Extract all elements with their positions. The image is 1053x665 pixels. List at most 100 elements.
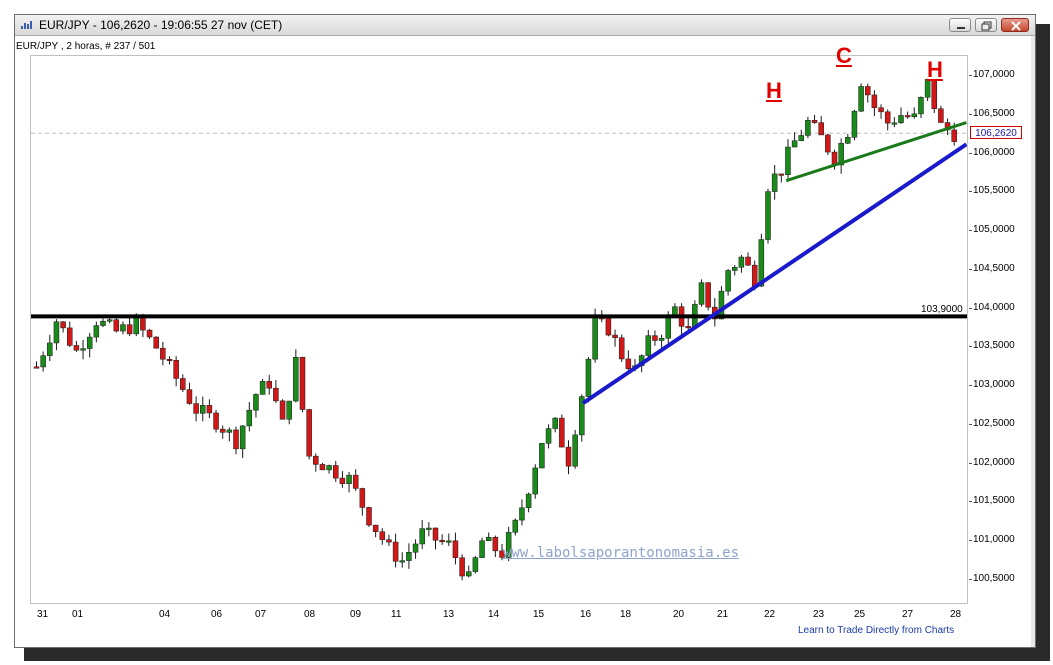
candle-down [73,345,80,351]
candle-up [519,507,525,521]
candle-down [904,115,911,118]
y-tick-mark [969,579,972,580]
candle-up [891,122,898,125]
candle-up [851,110,858,138]
x-tick-label: 08 [304,609,316,620]
candle-down [818,122,824,136]
candle-down [439,540,445,543]
plot-area[interactable] [30,55,968,604]
x-tick-label: 15 [533,609,545,620]
candle-up [791,140,798,148]
candle-down [126,324,133,335]
candle-down [60,321,66,329]
candle-down [299,357,306,410]
candle-up [485,537,492,542]
y-tick-label: 104,5000 [973,262,1015,274]
candle-down [605,318,612,336]
x-tick-label: 16 [580,609,592,620]
y-tick-mark [969,423,972,425]
title-bar[interactable]: EUR/JPY - 106,2620 - 19:06:55 27 nov (CE… [15,15,1035,36]
candle-up [86,336,93,349]
candle-down [878,107,884,113]
candle-up [732,267,738,271]
restore-icon [981,21,992,31]
candle-up [545,428,552,444]
candle-down [306,409,312,457]
candle-down [352,474,359,489]
candle-down [625,358,632,369]
y-tick-mark [969,152,972,154]
chart-app-icon [21,21,32,29]
y-tick-label: 104,0000 [973,301,1015,313]
x-tick-label: 06 [211,609,223,620]
candle-up [918,97,924,115]
x-tick-label: 25 [854,609,866,620]
candle-up [47,342,53,356]
candle-down [146,329,153,338]
candle-down [386,539,392,543]
candle-down [319,464,326,471]
close-icon [1011,21,1021,31]
candle-down [140,317,146,331]
y-tick-label: 100,5000 [973,573,1015,584]
candle-up [246,409,253,427]
y-tick-label: 102,5000 [973,417,1015,429]
candle-down [931,79,937,110]
candle-up [80,348,86,351]
minimize-button[interactable] [949,18,971,32]
candle-up [326,465,332,471]
x-tick-label: 27 [902,609,914,620]
candle-up [525,493,532,509]
candle-down [173,360,179,379]
candle-down [612,334,618,338]
candle-up [253,394,259,411]
candle-down [339,477,346,484]
candle-down [313,455,319,465]
candle-down [452,540,459,558]
candle-down [33,366,40,369]
watermark-link[interactable]: www.labolsaporantonomasia.es [503,545,739,561]
y-tick-label: 106,0000 [973,146,1015,158]
candle-down [951,129,957,142]
window-right-edge [1031,36,1035,647]
candle-up [399,560,405,563]
candle-down [379,531,386,540]
candle-up [293,357,299,402]
candle-down [273,387,279,402]
candle-down [279,400,286,420]
candle-up [765,191,771,240]
x-tick-label: 04 [159,609,171,620]
candle-up [858,86,864,112]
candle-down [206,405,213,414]
neckline-trend-line [785,121,967,183]
chart-subtitle: EUR/JPY , 2 horas, # 237 / 501 [16,41,156,52]
candle-up [898,115,904,124]
candle-up [133,317,139,335]
candle-down [565,446,572,467]
candle-down [186,389,193,404]
candle-down [432,527,439,541]
close-button[interactable] [1001,18,1029,32]
candle-up [446,540,452,543]
level-label: 103,9000 [921,304,963,315]
candle-up [346,474,352,484]
candle-down [160,347,166,360]
y-tick-label: 101,0000 [973,534,1015,546]
candle-down [492,537,499,552]
restore-button[interactable] [975,18,997,32]
price-chart[interactable] [31,56,967,603]
y-tick-mark [969,113,972,115]
x-tick-label: 09 [350,609,362,620]
candle-down [811,120,818,123]
x-tick-label: 20 [673,609,685,620]
pattern-label-right-shoulder: H [927,57,943,82]
candle-down [778,173,785,176]
candle-up [805,120,811,136]
learn-to-trade-link[interactable]: Learn to Trade Directly from Charts [798,625,954,636]
candle-down [113,319,120,332]
candle-down [219,428,226,433]
candle-down [67,327,73,346]
x-axis: 31 01 04 06 07 08 09 11 13 14 15 16 18 20 21 22 23 25 27 28 [30,606,970,622]
candle-down [153,336,159,349]
candle-up [239,425,246,450]
